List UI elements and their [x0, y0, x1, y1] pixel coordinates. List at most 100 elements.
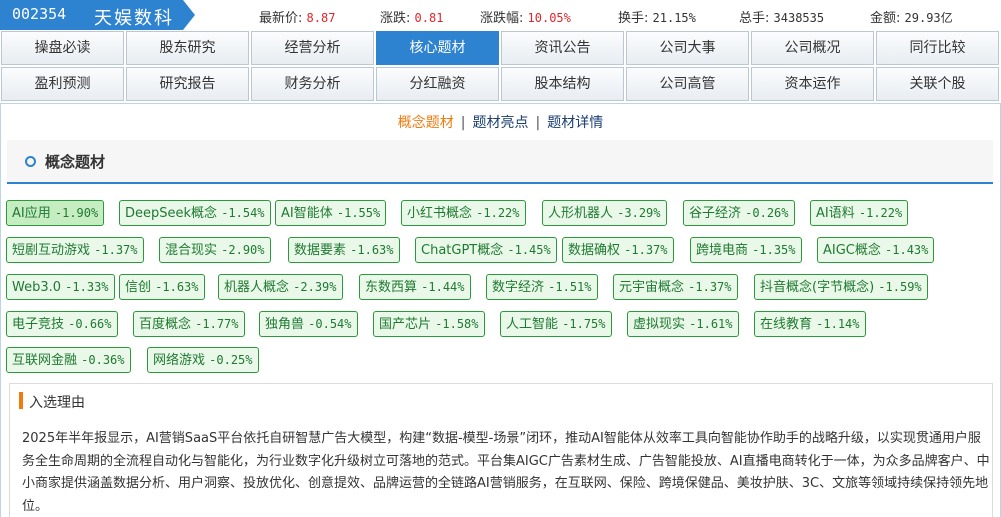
concept-tag[interactable]: AI语料 -1.22%: [810, 200, 909, 226]
concept-name: AI语料: [816, 206, 855, 221]
quote-label: 换手:: [618, 11, 649, 26]
concept-tag[interactable]: 虚拟现实 -1.61%: [627, 311, 739, 337]
concept-pct: -2.39%: [293, 280, 337, 294]
nav-tab-company-events[interactable]: 公司大事: [626, 31, 749, 65]
quote-label: 最新价:: [259, 11, 303, 26]
concept-pct: -1.33%: [65, 280, 109, 294]
concept-pct: -1.37%: [624, 243, 668, 257]
concept-pct: -0.66%: [68, 317, 112, 331]
concept-pct: -1.55%: [336, 206, 381, 220]
subnav-theme-details[interactable]: 题材详情: [547, 115, 603, 131]
concept-pct: -1.37%: [94, 243, 138, 257]
concept-tag[interactable]: 小红书概念 -1.22%: [401, 200, 526, 226]
concept-tag[interactable]: 独角兽 -0.54%: [259, 311, 358, 337]
concept-tag[interactable]: 互联网金融 -0.36%: [6, 347, 131, 373]
concept-tag[interactable]: AI应用 -1.90%: [6, 200, 105, 226]
concept-tag[interactable]: Web3.0 -1.33%: [6, 274, 115, 300]
concept-tag[interactable]: 跨境电商 -1.35%: [690, 237, 802, 263]
concept-pct: -1.61%: [689, 317, 733, 331]
concept-name: 谷子经济: [689, 206, 742, 221]
concept-pct: -1.22%: [858, 206, 903, 220]
concept-name: 跨境电商: [696, 243, 749, 258]
nav-tab-business-analysis[interactable]: 经营分析: [251, 31, 374, 65]
quote-value: 21.15%: [652, 11, 696, 25]
quote-change-pct: 涨跌幅: 10.05%: [480, 7, 571, 26]
nav-tab-peer-comparison[interactable]: 同行比较: [876, 31, 999, 65]
concept-tag[interactable]: 数据确权 -1.37%: [562, 237, 674, 263]
concept-tag[interactable]: AI智能体 -1.55%: [275, 200, 387, 226]
subnav-theme-highlights[interactable]: 题材亮点: [473, 115, 529, 131]
concept-name: 国产芯片: [379, 317, 432, 332]
concept-tag[interactable]: 抖音概念(字节概念) -1.59%: [754, 274, 928, 300]
nav-tab-shareholder-research[interactable]: 股东研究: [126, 31, 249, 65]
reason-text: 2025年半年报显示，AI营销SaaS平台依托自研智慧广告大模型，构建“数据-模…: [22, 431, 990, 514]
concept-tag[interactable]: 数字经济 -1.51%: [486, 274, 598, 300]
concept-tag[interactable]: 百度概念 -1.77%: [133, 311, 245, 337]
stock-code: 002354: [12, 5, 67, 23]
concept-name: 电子竞技: [12, 317, 65, 332]
circle-icon: [25, 156, 36, 167]
reason-title: 入选理由: [29, 395, 85, 411]
concept-pct: -1.45%: [507, 243, 551, 257]
subnav-concept-themes[interactable]: 概念题材: [398, 115, 454, 131]
nav-tab-trading-guide[interactable]: 操盘必读: [1, 31, 124, 65]
concept-tag[interactable]: 数据要素 -1.63%: [288, 237, 400, 263]
concept-tag[interactable]: 元宇宙概念 -1.37%: [613, 274, 738, 300]
concept-tag[interactable]: 人工智能 -1.75%: [500, 311, 612, 337]
concept-tag[interactable]: 电子竞技 -0.66%: [6, 311, 118, 337]
nav-tab-executives[interactable]: 公司高管: [626, 67, 749, 101]
concept-tag[interactable]: 人形机器人 -3.29%: [542, 200, 667, 226]
concept-name: 数字经济: [492, 280, 545, 295]
concept-pct: -3.29%: [617, 206, 661, 220]
concept-pct: -1.58%: [435, 317, 479, 331]
concept-pct: -0.36%: [81, 353, 125, 367]
section-title: 概念题材: [45, 153, 106, 171]
concept-name: 虚拟现实: [633, 317, 686, 332]
concept-pct: -1.54%: [221, 206, 265, 220]
concept-tag[interactable]: 谷子经济 -0.26%: [683, 200, 795, 226]
concept-tag[interactable]: DeepSeek概念 -1.54%: [119, 200, 271, 226]
concept-tag[interactable]: 短剧互动游戏 -1.37%: [6, 237, 144, 263]
nav-tab-research-reports[interactable]: 研究报告: [126, 67, 249, 101]
concept-name: 小红书概念: [407, 206, 473, 221]
concept-name: 人工智能: [506, 317, 559, 332]
nav-tab-dividends-financing[interactable]: 分红融资: [376, 67, 499, 101]
concept-tag[interactable]: 国产芯片 -1.58%: [373, 311, 485, 337]
nav-tab-core-themes[interactable]: 核心题材: [376, 31, 499, 65]
nav-tab-capital-operations[interactable]: 资本运作: [751, 67, 874, 101]
quote-turnover: 换手: 21.15%: [618, 7, 696, 26]
concept-pct: -1.35%: [752, 243, 796, 257]
concept-tag[interactable]: 网络游戏 -0.25%: [147, 347, 259, 373]
concept-tag[interactable]: AIGC概念 -1.43%: [817, 237, 935, 263]
quote-volume: 总手: 3438535: [739, 7, 824, 26]
concept-name: 短剧互动游戏: [12, 243, 91, 258]
concept-pct: -0.54%: [308, 317, 352, 331]
stock-badge: 002354 天娱数科: [0, 0, 195, 30]
concept-name: 独角兽: [265, 317, 305, 332]
concept-tag[interactable]: 信创 -1.63%: [119, 274, 205, 300]
concept-pct: -1.14%: [816, 317, 860, 331]
concept-tag[interactable]: 东数西算 -1.44%: [359, 274, 471, 300]
nav-tab-company-profile[interactable]: 公司概况: [751, 31, 874, 65]
subnav-separator: |: [460, 115, 466, 131]
nav-tab-earnings-forecast[interactable]: 盈利预测: [1, 67, 124, 101]
stock-name: 天娱数科: [94, 8, 174, 29]
quote-value: 8.87: [306, 11, 336, 25]
concept-pct: -1.90%: [54, 206, 99, 220]
concept-name: 机器人概念: [224, 280, 290, 295]
nav-tab-related-stocks[interactable]: 关联个股: [876, 67, 999, 101]
nav-tab-news-announcements[interactable]: 资讯公告: [501, 31, 624, 65]
sub-nav: 概念题材 | 题材亮点 | 题材详情: [1, 112, 1000, 132]
concept-name: DeepSeek概念: [125, 206, 218, 221]
concept-tag[interactable]: 在线教育 -1.14%: [754, 311, 866, 337]
concept-name: 东数西算: [365, 280, 418, 295]
quote-amount: 金额: 29.93亿: [870, 7, 953, 26]
reason-accent-bar: [19, 392, 23, 409]
concept-tag[interactable]: 混合现实 -2.90%: [159, 237, 271, 263]
quote-label: 金额:: [870, 11, 901, 26]
nav-tab-share-structure[interactable]: 股本结构: [501, 67, 624, 101]
concept-tag[interactable]: 机器人概念 -2.39%: [218, 274, 343, 300]
concept-pct: -1.59%: [878, 280, 922, 294]
nav-tab-financial-analysis[interactable]: 财务分析: [251, 67, 374, 101]
concept-tag[interactable]: ChatGPT概念 -1.45%: [415, 237, 557, 263]
